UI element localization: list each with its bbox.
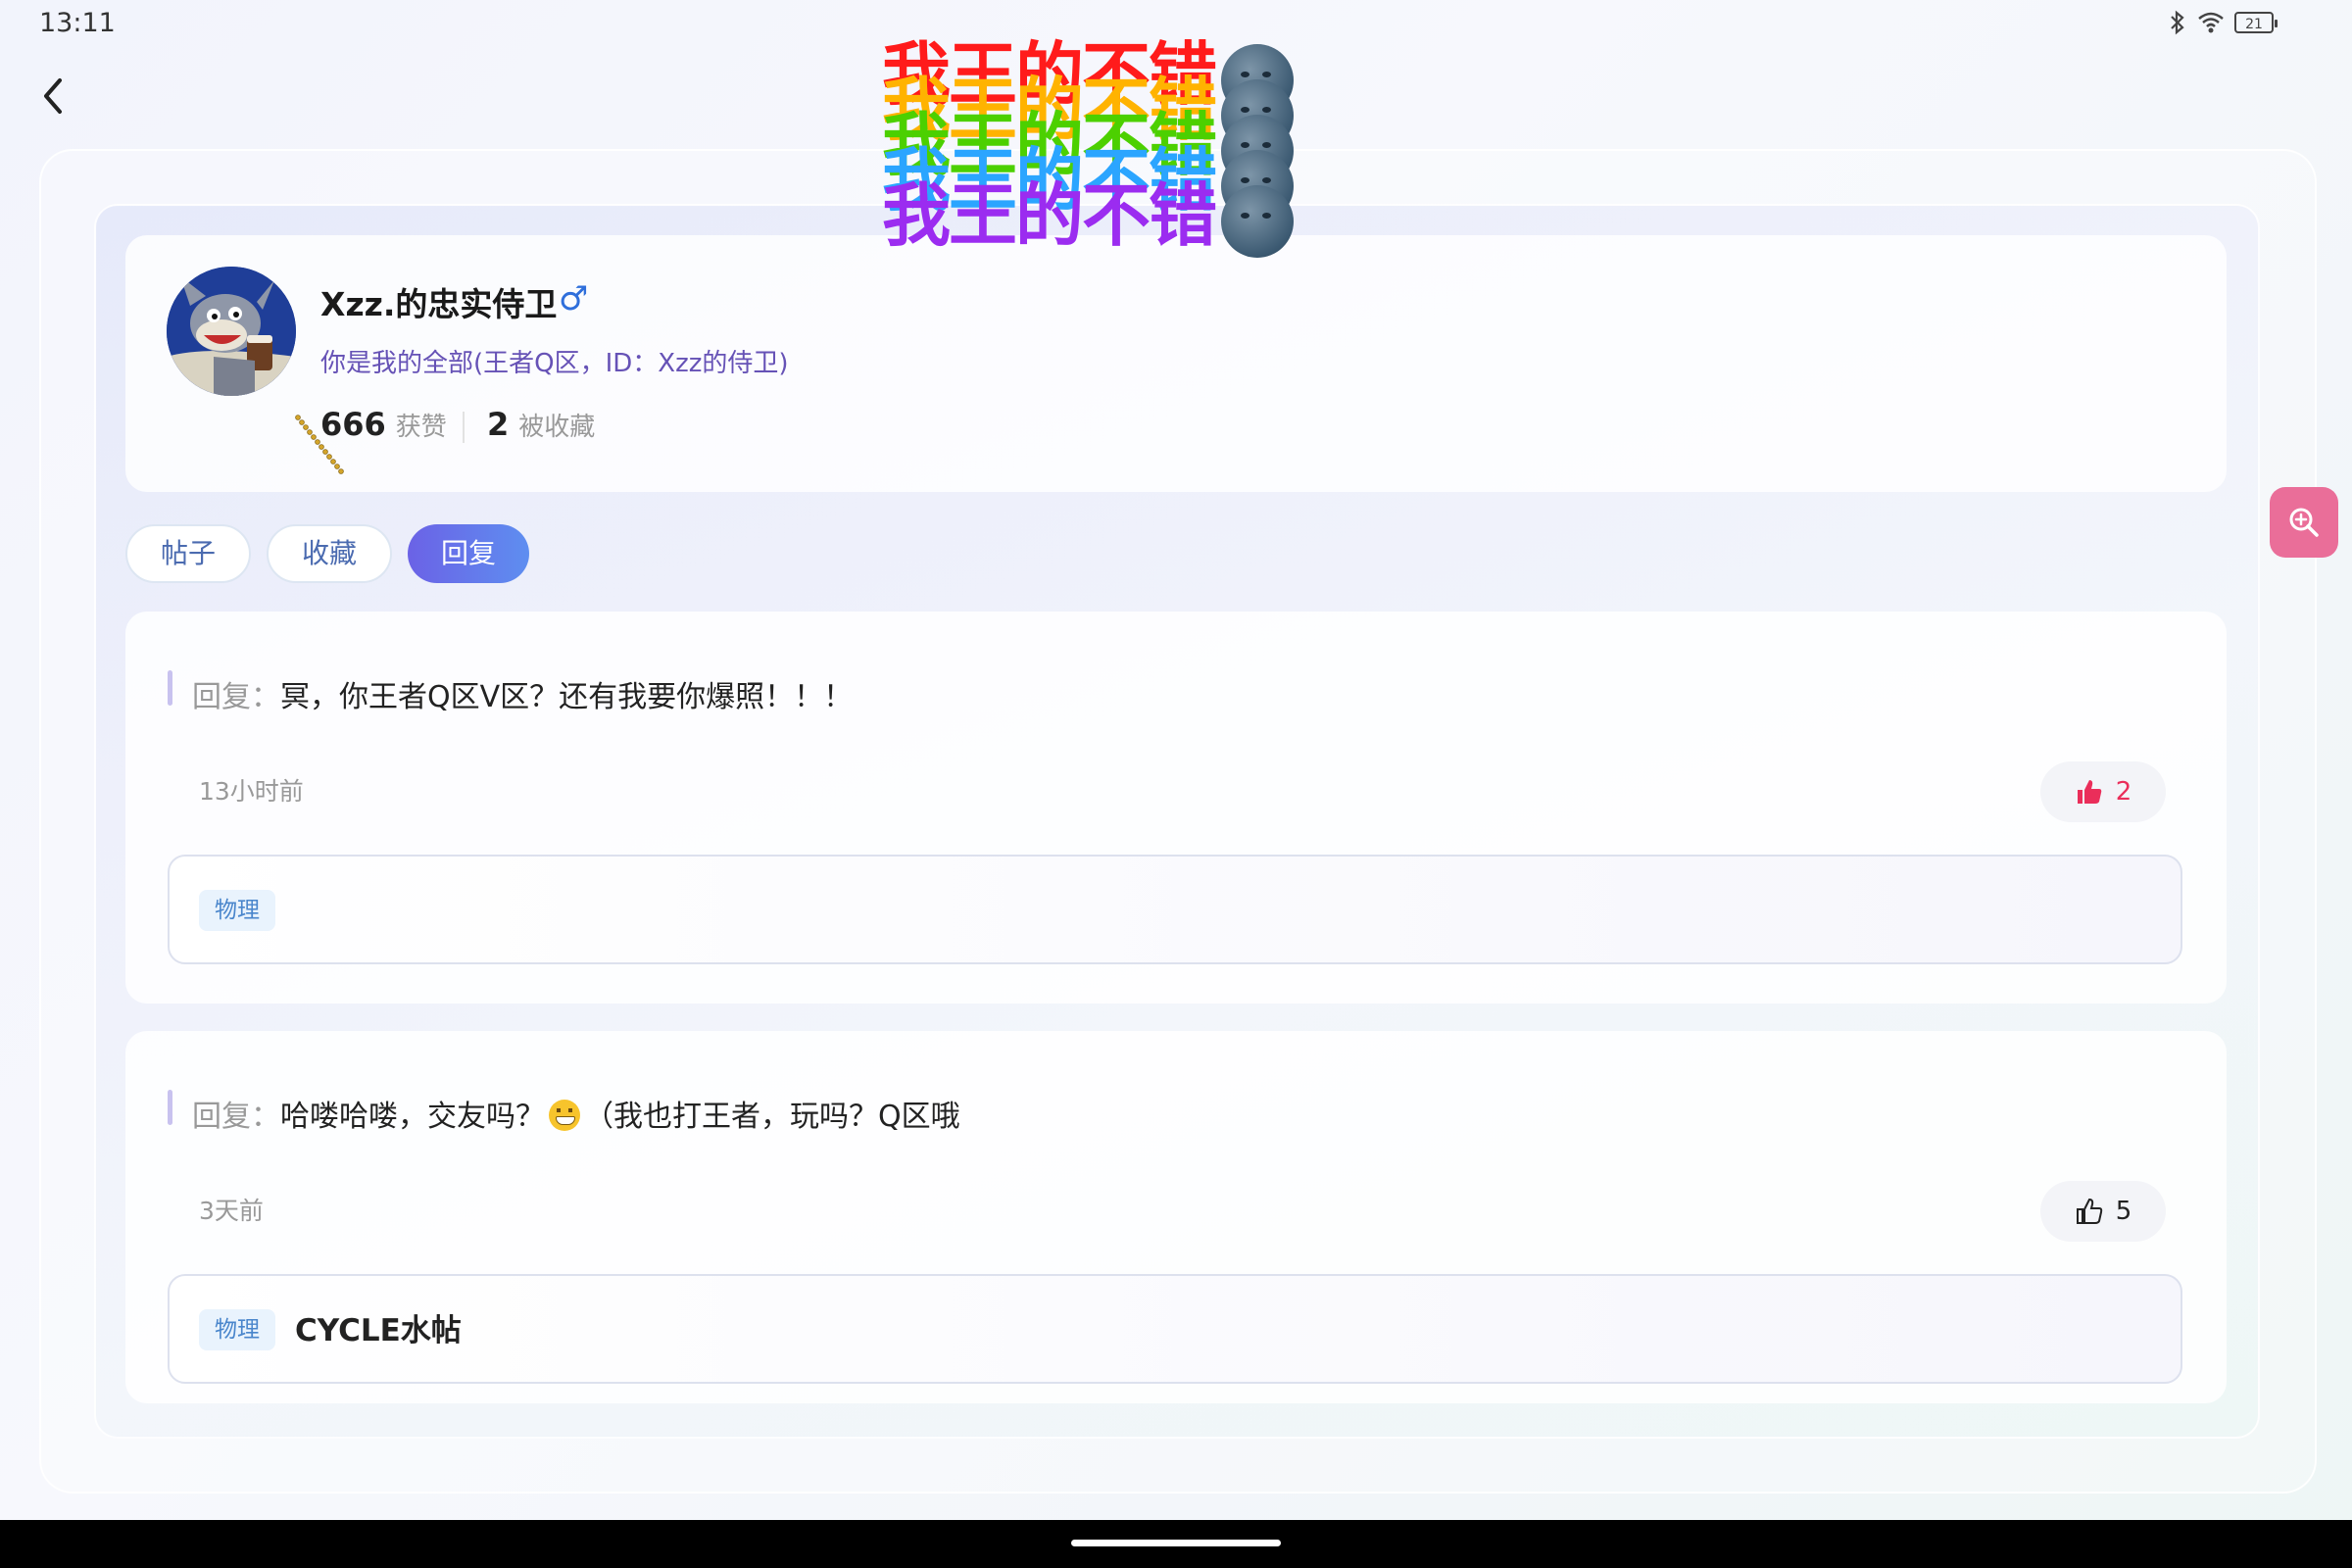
reply-prefix: 回复： — [192, 680, 280, 714]
likes-label: 获赞 — [395, 413, 447, 442]
tab-replies[interactable]: 回复 — [408, 524, 530, 583]
thumbs-up-icon — [2076, 1198, 2102, 1224]
zoom-button[interactable] — [2270, 487, 2338, 558]
system-icons: 21 — [2168, 10, 2278, 35]
post-tag: 物理 — [199, 890, 275, 931]
reply-text: 回复：哈喽哈喽，交友吗？ （我也打王者，玩吗？Q区哦 — [192, 1092, 960, 1135]
reply-content: 冥，你王者Q区V区？还有我要你爆照！！！ — [280, 680, 854, 714]
back-button[interactable] — [29, 69, 76, 123]
thumbs-up-filled-icon — [2077, 780, 2101, 804]
likes-count: 666 — [320, 406, 386, 443]
favorited-label: 被收藏 — [518, 413, 596, 442]
reply-prefix: 回复： — [192, 1100, 280, 1134]
reply-time: 13小时前 — [199, 777, 304, 806]
status-time: 13:11 — [39, 8, 116, 38]
rainbow-banner: 我王的不错 我王的不错 我王的不错 我王的不错 我王的不错 — [882, 20, 1343, 274]
like-count: 2 — [2115, 777, 2132, 807]
male-gender-icon: ♂ — [559, 279, 589, 318]
grinning-face-icon — [549, 1100, 580, 1131]
like-button[interactable]: 2 — [2040, 761, 2166, 822]
tom-cat-avatar-icon — [167, 267, 296, 396]
likes-stat: 666 获赞 — [320, 406, 447, 443]
reply-content: 哈喽哈喽，交友吗？ — [280, 1100, 545, 1134]
post-title: CYCLE水帖 — [295, 1313, 462, 1348]
like-count: 5 — [2115, 1197, 2132, 1226]
referenced-post[interactable]: 物理 CYCLE水帖 — [168, 1274, 2182, 1384]
chevron-left-icon — [44, 78, 62, 114]
reply-time: 3天前 — [199, 1197, 264, 1225]
avatar[interactable] — [167, 267, 296, 396]
bluetooth-icon — [2171, 10, 2184, 35]
tab-posts[interactable]: 帖子 — [125, 524, 252, 583]
username: Xzz.的忠实侍卫 — [320, 285, 558, 323]
referenced-post[interactable]: 物理 — [168, 855, 2182, 964]
stat-divider — [463, 412, 465, 443]
banner-text: 我王的不错 — [882, 174, 1217, 256]
reply-card[interactable]: 回复：哈喽哈喽，交友吗？ （我也打王者，玩吗？Q区哦 3天前 5 物理 CYCLE… — [125, 1031, 2227, 1403]
home-gesture-handle[interactable] — [1071, 1540, 1281, 1546]
reply-text: 回复：冥，你王者Q区V区？还有我要你爆照！！！ — [192, 672, 853, 715]
banner-text-line: 我王的不错 — [882, 161, 1294, 260]
like-button[interactable]: 5 — [2040, 1181, 2166, 1242]
favorited-count: 2 — [487, 406, 510, 443]
favorited-stat: 2 被收藏 — [487, 406, 595, 443]
reply-card[interactable]: 回复：冥，你王者Q区V区？还有我要你爆照！！！ 13小时前 2 物理 — [125, 612, 2227, 1004]
reply-accent-bar — [168, 670, 172, 706]
tab-favorites[interactable]: 收藏 — [267, 524, 393, 583]
post-tag: 物理 — [199, 1309, 275, 1350]
zoom-in-icon — [2289, 508, 2319, 537]
reply-accent-bar — [168, 1090, 172, 1125]
wifi-icon — [2198, 12, 2224, 33]
tab-bar: 帖子 收藏 回复 — [125, 524, 530, 583]
reply-content-continued: （我也打王者，玩吗？Q区哦 — [584, 1100, 960, 1134]
signature: 你是我的全部(王者Q区，ID：Xzz的侍卫) — [320, 349, 789, 378]
battery-icon: 21 — [2234, 12, 2278, 33]
moon-face-icon — [1221, 185, 1294, 258]
